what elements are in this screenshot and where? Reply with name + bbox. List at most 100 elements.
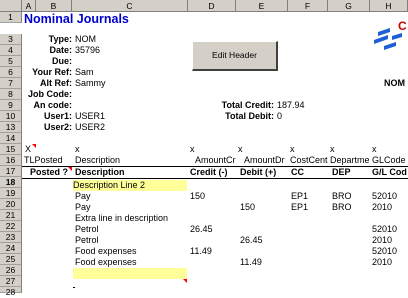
column-title-description: Description — [75, 167, 125, 177]
row-header[interactable]: 25 — [0, 254, 22, 265]
line-gl-code[interactable]: 2010 — [372, 257, 408, 268]
row-header[interactable]: 15 — [0, 144, 22, 155]
line-description[interactable]: Description Line 2 — [73, 180, 187, 191]
line-debit[interactable] — [240, 246, 288, 257]
row-header[interactable]: 17 — [0, 166, 22, 177]
field-label-alt-ref: Alt Ref: — [40, 78, 72, 88]
column-header-b[interactable]: B — [36, 0, 72, 12]
line-credit[interactable]: 11.49 — [190, 246, 236, 257]
field-value-type[interactable]: NOM — [75, 34, 175, 45]
line-credit[interactable]: 26.45 — [190, 224, 236, 235]
column-title-dep: DEP — [332, 167, 351, 177]
column-header-d[interactable]: D — [188, 0, 236, 12]
row-header[interactable]: 9 — [0, 100, 22, 111]
sheet-title: Nominal Journals — [24, 12, 129, 26]
marker-cell[interactable]: x — [330, 144, 340, 155]
row-header[interactable]: 16 — [0, 155, 22, 166]
line-debit[interactable]: 150 — [240, 202, 288, 213]
select-all-corner[interactable] — [0, 0, 22, 12]
line-description[interactable]: Pay — [75, 202, 187, 213]
field-label-date: Date: — [49, 45, 72, 55]
row-header[interactable]: 10 — [0, 111, 22, 122]
field-label-an-code: An code: — [33, 100, 72, 110]
row-marker — [73, 287, 75, 288]
field-label-your-ref: Your Ref: — [32, 67, 72, 77]
column-header-f[interactable]: F — [288, 0, 328, 12]
row-header[interactable]: 14 — [0, 133, 22, 144]
line-description[interactable]: Petrol — [75, 235, 187, 246]
marker-cell[interactable]: x — [238, 144, 248, 155]
field-name-cell[interactable]: TLPosted — [24, 155, 72, 166]
line-debit[interactable] — [240, 191, 288, 202]
edit-header-button[interactable]: Edit Header — [192, 41, 278, 71]
row-header[interactable]: 24 — [0, 243, 22, 254]
marker-cell[interactable]: x — [290, 144, 300, 155]
row-header[interactable]: 7 — [0, 78, 22, 89]
row-header[interactable]: 18 — [0, 177, 22, 188]
field-label-type: Type: — [48, 34, 72, 44]
row-header[interactable]: 13 — [0, 122, 22, 133]
line-debit[interactable]: 26.45 — [240, 235, 288, 246]
line-department[interactable]: BRO — [332, 202, 370, 213]
line-credit[interactable] — [190, 235, 236, 246]
marker-cell[interactable]: x — [75, 144, 85, 155]
field-value-date[interactable]: 35796 — [75, 45, 175, 56]
line-description[interactable]: Extra line in description — [75, 213, 205, 224]
line-credit[interactable]: 150 — [190, 191, 236, 202]
row-header[interactable]: 19 — [0, 188, 22, 199]
field-value-user2[interactable]: USER2 — [75, 122, 175, 133]
column-header-c[interactable]: C — [72, 0, 188, 12]
column-header-a[interactable]: A — [22, 0, 36, 12]
line-gl-code[interactable]: 2010 — [372, 202, 408, 213]
line-description[interactable]: Food expenses — [75, 246, 187, 257]
column-header-g[interactable]: G — [328, 0, 370, 12]
field-name-cell[interactable]: Departme — [330, 155, 370, 166]
row-header[interactable]: 22 — [0, 221, 22, 232]
field-value-your-ref[interactable]: Sam — [75, 67, 175, 78]
field-value-job-code[interactable] — [75, 89, 175, 100]
row-header[interactable]: 1 — [0, 12, 22, 23]
field-name-cell[interactable]: AmountCr — [195, 155, 237, 166]
column-header-h[interactable]: H — [370, 0, 408, 12]
field-value-due[interactable] — [75, 56, 175, 67]
field-name-cell[interactable]: CostCent — [290, 155, 328, 166]
field-name-cell[interactable]: AmountDr — [244, 155, 288, 166]
line-debit[interactable]: 11.49 — [240, 257, 288, 268]
field-name-cell[interactable]: Description — [75, 155, 187, 166]
row-header[interactable]: 8 — [0, 89, 22, 100]
line-cost-centre[interactable]: EP1 — [291, 191, 327, 202]
row-header[interactable]: 4 — [0, 45, 22, 56]
comment-indicator — [32, 144, 36, 148]
marker-cell[interactable]: x — [372, 144, 382, 155]
line-description[interactable] — [73, 268, 187, 279]
line-description[interactable]: Pay — [75, 191, 187, 202]
row-header[interactable]: 3 — [0, 34, 22, 45]
field-value-user1[interactable]: USER1 — [75, 111, 175, 122]
row-header[interactable]: 20 — [0, 199, 22, 210]
row-header[interactable]: 6 — [0, 67, 22, 78]
line-description[interactable]: Food expenses — [75, 257, 187, 268]
marker-cell[interactable]: x — [190, 144, 200, 155]
line-debit[interactable] — [240, 224, 288, 235]
field-value-alt-ref[interactable]: Sammy — [75, 78, 175, 89]
line-gl-code[interactable]: 52010 — [372, 246, 408, 257]
column-header-e[interactable]: E — [236, 0, 288, 12]
row-header[interactable]: 21 — [0, 210, 22, 221]
line-gl-code[interactable]: 2010 — [372, 235, 408, 246]
line-gl-code[interactable]: 52010 — [372, 224, 408, 235]
comment-indicator — [68, 167, 72, 171]
line-credit[interactable] — [190, 257, 236, 268]
field-value-an-code[interactable] — [75, 100, 175, 111]
line-department[interactable]: BRO — [332, 191, 370, 202]
row-header[interactable]: 23 — [0, 232, 22, 243]
line-cost-centre[interactable]: EP1 — [291, 202, 327, 213]
row-header[interactable]: 27 — [0, 276, 22, 287]
row-header[interactable]: 26 — [0, 265, 22, 276]
line-gl-code[interactable]: 52010 — [372, 191, 408, 202]
row-header[interactable]: 5 — [0, 56, 22, 67]
field-name-cell[interactable]: GLCode — [372, 155, 408, 166]
line-description[interactable]: Petrol — [75, 224, 187, 235]
row-header[interactable]: 28 — [0, 287, 22, 297]
column-title-debit: Debit (+) — [240, 167, 277, 177]
line-credit[interactable] — [190, 202, 236, 213]
